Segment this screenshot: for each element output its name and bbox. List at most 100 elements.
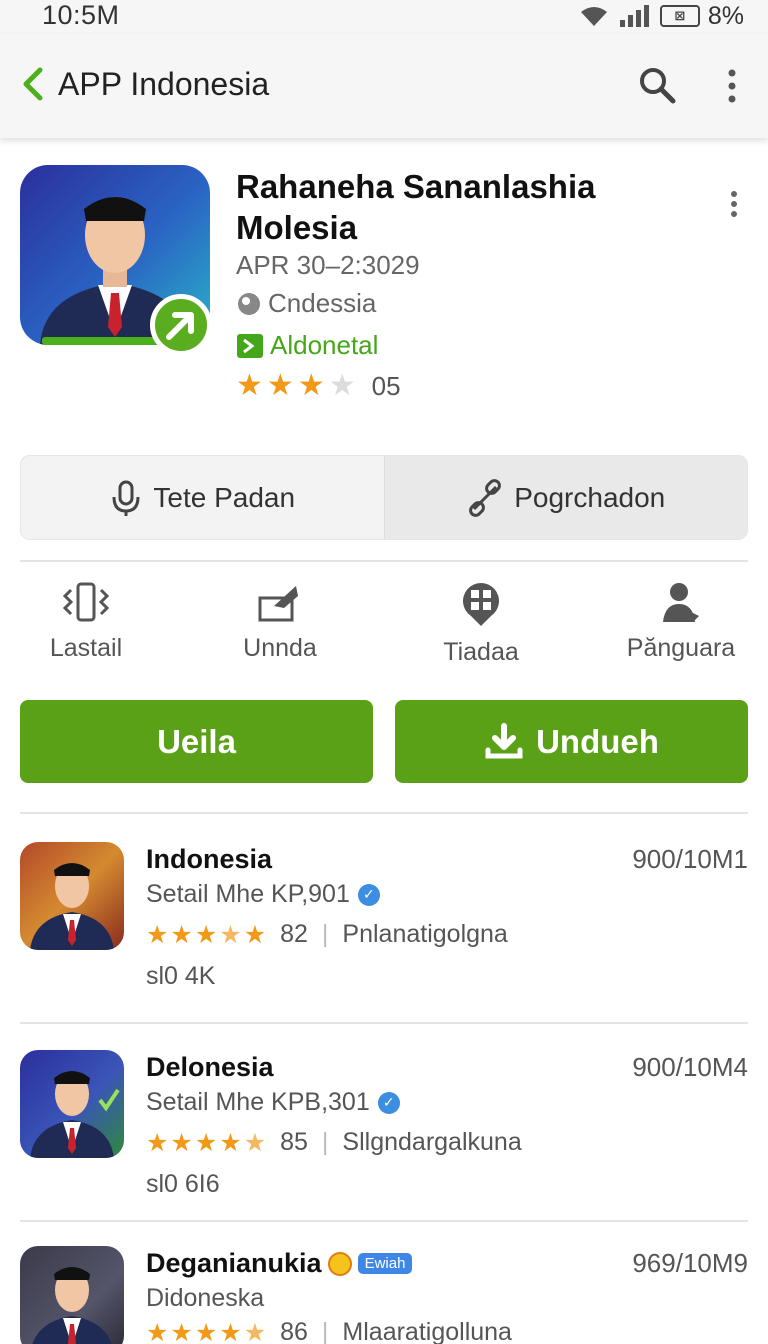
action-panguara[interactable]: Pănguara (606, 580, 756, 663)
category-tag: Pnlanatigolgna (342, 920, 508, 948)
person-portrait-icon (30, 863, 114, 950)
star-icon: ★ (236, 369, 263, 402)
separator: | (321, 1128, 329, 1156)
list-item-title: Indonesia (146, 844, 272, 875)
action-label: Unnda (243, 634, 317, 662)
app-name-line2: Molesia (236, 209, 358, 246)
action-row: Lastail Unnda Tiadaa Pănguara (0, 580, 768, 680)
star-half-icon: ★ (243, 1128, 267, 1157)
divider (20, 1220, 748, 1222)
app-menu-icon[interactable] (723, 190, 745, 220)
list-item-title-text: Indonesia (146, 844, 273, 874)
segment-label: Pogrchadon (514, 481, 666, 513)
update-badge-icon (150, 294, 212, 356)
list-item-rating: ★ ★ ★ ★ ★ 82 | Pnlanatigolgna (146, 920, 508, 949)
category-tag: Mlaaratigolluna (342, 1318, 512, 1344)
link-icon (469, 478, 502, 517)
list-item-title: Delonesia (146, 1052, 274, 1083)
globe-icon (238, 292, 260, 315)
microphone-icon (112, 480, 140, 516)
list-item-size: sl0 4K (146, 962, 216, 990)
signal-icon (619, 5, 649, 27)
app-name-line1: Rahaneha Sananlashia (236, 168, 596, 205)
status-bar: 10:5M ⊠ 8% (0, 0, 768, 34)
app-thumbnail (20, 1246, 124, 1344)
star-icon: ★ (194, 920, 218, 949)
star-icon: ★ (146, 1318, 169, 1344)
segment-pogrchadon[interactable]: Pogrchadon (383, 456, 747, 539)
rating-number: 82 (280, 920, 308, 948)
action-label: Pănguara (626, 634, 736, 662)
vibrate-icon (62, 582, 110, 622)
list-item-date: 900/10M4 (632, 1052, 748, 1082)
star-icon: ★ (146, 1128, 169, 1157)
verified-icon: ✓ (377, 1091, 400, 1114)
person-portrait-icon (32, 1267, 112, 1344)
star-icon: ★ (170, 1128, 193, 1157)
star-icon: ★ (243, 920, 267, 949)
list-item-subtitle: Setail Mhe KPB,301 ✓ (146, 1088, 400, 1117)
wifi-icon (580, 7, 607, 26)
list-item-date: 969/10M9 (632, 1248, 748, 1278)
segmented-control: Tete Padan Pogrchadon (20, 455, 748, 540)
list-item-subtitle: Setail Mhe KP,901 ✓ (146, 880, 380, 909)
list-item-rating: ★ ★ ★ ★ ★ 86 | Mlaaratigolluna (146, 1318, 512, 1344)
button-label: Undueh (536, 722, 659, 760)
action-tiadaa[interactable]: Tiadaa (406, 580, 556, 667)
app-name: Rahaneha Sananlashia Molesia (236, 166, 696, 248)
star-icon: ★ (266, 369, 294, 402)
verified-icon: ✓ (357, 883, 380, 906)
separator: | (321, 920, 329, 948)
divider (20, 812, 748, 814)
list-item-date: 900/10M1 (632, 844, 748, 874)
list-item-subtitle-text: Setail Mhe KPB,301 (146, 1088, 370, 1116)
star-icon: ★ (194, 1318, 218, 1344)
divider (20, 560, 748, 562)
star-icon: ★ (170, 1318, 193, 1344)
button-label: Ueila (157, 722, 236, 760)
list-item-title-text: Delonesia (146, 1052, 274, 1082)
list-item-size: sl0 6I6 (146, 1170, 220, 1198)
action-unnda[interactable]: Unnda (205, 580, 355, 663)
overflow-menu-icon[interactable] (720, 66, 744, 106)
app-thumbnail (20, 1050, 124, 1158)
region-row: Cndessia (236, 288, 376, 319)
star-icon: ★ (194, 1128, 218, 1157)
release-date: APR 30–2:3029 (236, 250, 420, 280)
download-button[interactable]: Undueh (395, 700, 748, 783)
app-thumbnail (20, 842, 124, 950)
search-icon[interactable] (636, 64, 678, 106)
list-item-rating: ★ ★ ★ ★ ★ 85 | Sllgndargalkuna (146, 1128, 522, 1157)
status-badge: Ewiah (357, 1253, 413, 1274)
star-icon: ★ (297, 369, 325, 402)
grid-pin-icon (463, 583, 499, 626)
developer-row[interactable]: Aldonetal (236, 330, 378, 361)
back-arrow-icon[interactable] (18, 64, 48, 104)
icon-accent-bar (42, 337, 160, 345)
region-label: Cndessia (268, 288, 377, 318)
list-item-title-text: Deganianukia (146, 1248, 322, 1278)
star-empty-icon: ★ (328, 369, 356, 402)
star-icon: ★ (170, 920, 193, 949)
star-half-icon: ★ (243, 1318, 267, 1344)
developer-icon (237, 333, 263, 358)
developer-name: Aldonetal (270, 330, 379, 360)
ueila-button[interactable]: Ueila (20, 700, 373, 783)
list-item[interactable]: Deganianukia Ewiah 969/10M9 Didoneska ★ … (0, 1246, 768, 1344)
star-icon: ★ (219, 1318, 242, 1344)
segment-tete-padan[interactable]: Tete Padan (21, 456, 384, 539)
person-portrait-icon (30, 1071, 120, 1158)
list-item-title: Deganianukia Ewiah (146, 1248, 413, 1279)
app-bar: APP Indonesia (0, 34, 768, 138)
download-icon (485, 722, 523, 758)
star-half-icon: ★ (219, 920, 242, 949)
status-icons: ⊠ 8% (578, 2, 744, 30)
list-item[interactable]: Indonesia 900/10M1 Setail Mhe KP,901 ✓ ★… (0, 842, 768, 1032)
list-item-subtitle: Didoneska (146, 1284, 264, 1313)
app-rating: ★ ★ ★ ★ 05 (236, 370, 401, 402)
list-item[interactable]: Delonesia 900/10M4 Setail Mhe KPB,301 ✓ … (0, 1050, 768, 1240)
divider (20, 1022, 748, 1024)
category-tag: Sllgndargalkuna (342, 1128, 522, 1156)
action-lastail[interactable]: Lastail (11, 580, 161, 663)
app-bar-title: APP Indonesia (58, 66, 270, 102)
